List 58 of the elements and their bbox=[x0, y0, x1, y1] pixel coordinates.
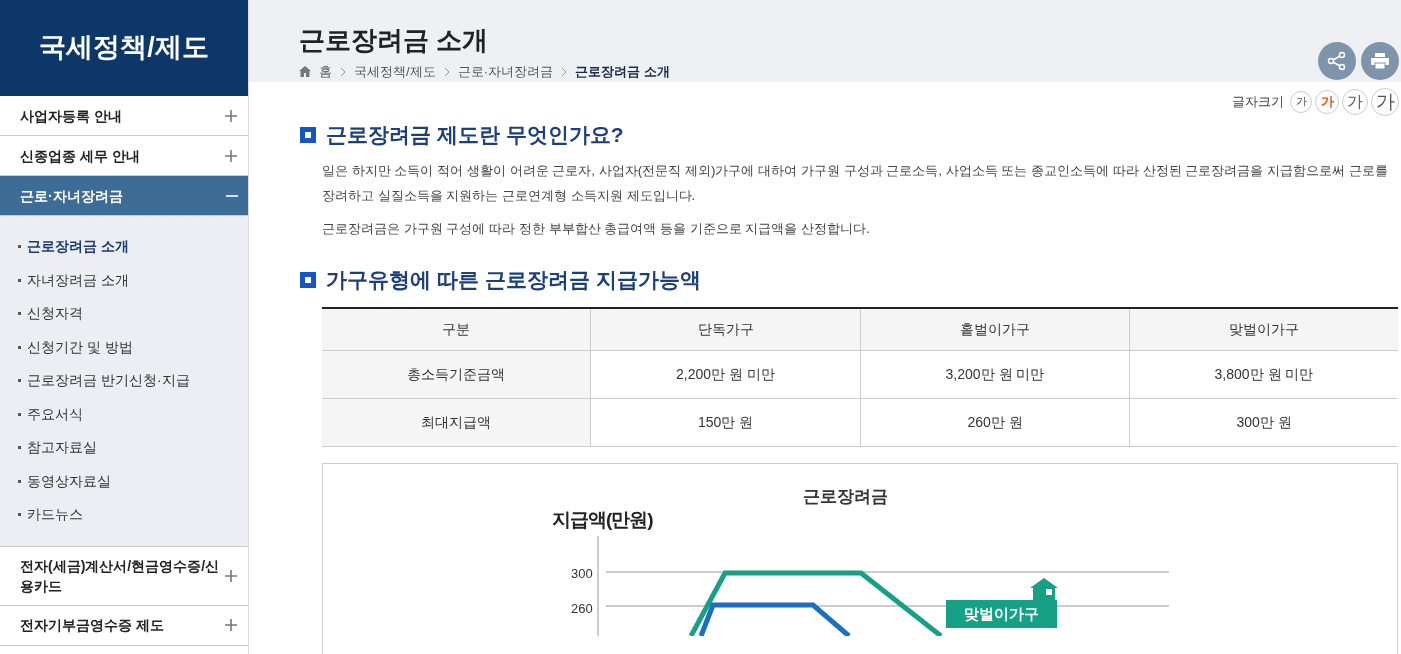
page-title: 근로장려금 소개 bbox=[299, 24, 490, 56]
share-icon bbox=[1327, 51, 1347, 71]
table-header: 단독가구 bbox=[590, 308, 860, 351]
submenu-item[interactable]: 주요서식 bbox=[0, 397, 248, 431]
table-cell: 총소득기준금액 bbox=[322, 350, 590, 399]
breadcrumb-link[interactable]: 근로·자녀장려금 bbox=[457, 62, 553, 82]
table-header: 구분 bbox=[322, 308, 590, 351]
submenu-item[interactable]: 근로장려금 소개 bbox=[0, 230, 248, 264]
heading-icon bbox=[300, 271, 316, 288]
submenu-item[interactable]: 참고자료실 bbox=[0, 431, 248, 465]
expand-icon bbox=[224, 108, 238, 123]
sidebar-title: 국세정책/제도 bbox=[0, 0, 248, 94]
font-size-button[interactable]: 가 bbox=[1342, 88, 1368, 115]
chevron-icon bbox=[560, 66, 567, 77]
table-header: 맞벌이가구 bbox=[1129, 308, 1398, 351]
submenu-item[interactable]: 신청자격 bbox=[0, 297, 248, 331]
submenu-item[interactable]: 신청기간 및 방법 bbox=[0, 330, 248, 364]
breadcrumb-link[interactable]: 홈 bbox=[319, 62, 332, 82]
series-label: 맞벌이가구 bbox=[946, 599, 1057, 628]
font-size-button[interactable]: 가 bbox=[1290, 90, 1312, 113]
tick-label: 260 bbox=[571, 599, 593, 618]
body-text: 일은 하지만 소득이 적어 생활이 어려운 근로자, 사업자(전문직 제외)가구에 대하여 가구원 구성과 근로소득, 사업소득 또는 종교인소득에 따라 산정된 근로장려금을 지급함으로써 근로를 장려하고 실질소득을 지원하는 근로연계형 소득지원 제도입니다. bbox=[321, 161, 1389, 205]
collapse-icon bbox=[226, 194, 238, 197]
table-cell: 260만 원 bbox=[860, 398, 1129, 447]
breadcrumb-link[interactable]: 근로장려금 소개 bbox=[574, 62, 670, 82]
expand-icon bbox=[224, 148, 238, 163]
share-button[interactable] bbox=[1318, 42, 1356, 80]
expand-icon bbox=[224, 618, 238, 632]
table-header: 홑벌이가구 bbox=[860, 308, 1129, 351]
tick-label: 300 bbox=[571, 564, 593, 583]
home-icon bbox=[299, 66, 311, 78]
table-cell: 150만 원 bbox=[590, 398, 860, 447]
print-button[interactable] bbox=[1361, 42, 1399, 80]
chart-title: 근로장려금 bbox=[803, 485, 888, 508]
sidebar-item[interactable]: 근로·자녀장려금 bbox=[0, 176, 248, 216]
print-icon bbox=[1371, 53, 1389, 69]
table-cell: 3,800만 원 미만 bbox=[1129, 350, 1398, 399]
table-cell: 2,200만 원 미만 bbox=[590, 350, 860, 399]
section-heading: 근로장려금 제도란 무엇인가요? bbox=[326, 121, 624, 148]
submenu-item[interactable]: 동영상자료실 bbox=[0, 464, 248, 498]
font-size-button[interactable]: 가 bbox=[1371, 87, 1399, 116]
house-icon bbox=[1030, 577, 1058, 600]
table-cell: 3,200만 원 미만 bbox=[860, 350, 1129, 399]
submenu-item[interactable]: 근로장려금 반기신청·지급 bbox=[0, 364, 248, 398]
chevron-icon bbox=[443, 66, 450, 77]
submenu-item[interactable]: 카드뉴스 bbox=[0, 498, 248, 532]
table-cell: 최대지급액 bbox=[322, 398, 590, 447]
submenu-item[interactable]: 자녀장려금 소개 bbox=[0, 263, 248, 297]
section-heading: 가구유형에 따른 근로장려금 지급가능액 bbox=[326, 266, 701, 293]
table-cell: 300만 원 bbox=[1129, 398, 1398, 447]
chevron-icon bbox=[340, 66, 346, 77]
expand-icon bbox=[224, 568, 238, 583]
breadcrumb-link[interactable]: 국세정책/제도 bbox=[354, 62, 436, 82]
heading-icon bbox=[300, 126, 316, 143]
font-size-button[interactable]: 가 bbox=[1315, 89, 1339, 114]
axis-label: 지급액(만원) bbox=[552, 507, 653, 532]
body-text: 근로장려금은 가구원 구성에 따라 정한 부부합산 총급여액 등을 기준으로 지급액을 산정합니다. bbox=[321, 219, 871, 238]
font-size-label: 글자크기 bbox=[1232, 92, 1284, 111]
